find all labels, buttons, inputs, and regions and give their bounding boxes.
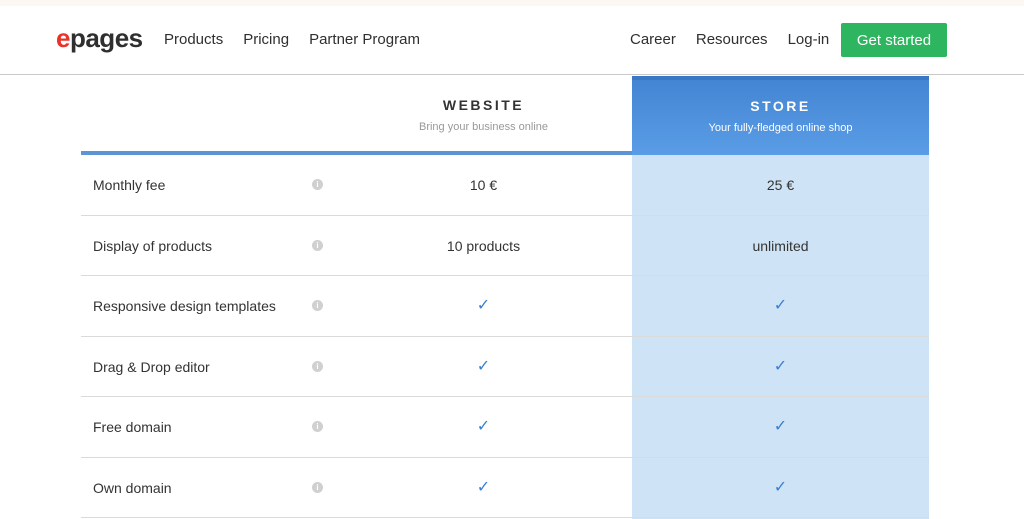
info-icon[interactable]: i [312, 360, 323, 372]
store-value: unlimited [752, 237, 809, 254]
nav-partner-program[interactable]: Partner Program [309, 31, 420, 49]
info-icon[interactable]: i [312, 481, 323, 493]
checkmark-icon: ✓ [476, 478, 491, 496]
site-header: epages Products Pricing Partner Program … [0, 6, 1024, 75]
primary-nav: Products Pricing Partner Program [164, 31, 440, 49]
info-icon[interactable]: i [312, 179, 323, 190]
table-row: Free domain i ✓ ✓ [81, 397, 929, 458]
info-icon[interactable]: i [312, 421, 323, 432]
checkmark-icon: ✓ [476, 418, 491, 435]
website-plan-subtitle: Bring your business online [418, 121, 549, 133]
checkmark-icon: ✓ [773, 357, 788, 375]
store-plan-title: STORE [750, 98, 811, 114]
checkmark-icon: ✓ [773, 478, 788, 496]
website-value: 10 products [446, 237, 521, 254]
info-icon[interactable]: i [312, 239, 323, 251]
store-plan-header: STORE Your fully-fledged online shop [632, 76, 929, 155]
table-row: Display of products i 10 products unlimi… [81, 216, 929, 276]
row-label: Free domain [93, 419, 172, 435]
row-label: Own domain [93, 479, 172, 496]
pricing-table: Monthly fee i 10 € 25 € Display of produ… [81, 155, 929, 518]
nav-login[interactable]: Log-in [788, 31, 830, 49]
checkmark-icon: ✓ [773, 418, 788, 435]
nav-resources[interactable]: Resources [696, 31, 768, 49]
checkmark-icon: ✓ [476, 357, 491, 375]
row-label: Responsive design templates [93, 298, 276, 314]
row-label: Drag & Drop editor [93, 358, 210, 375]
store-value: 25 € [766, 177, 795, 193]
table-row: Responsive design templates i ✓ ✓ [81, 276, 929, 337]
store-plan-subtitle: Your fully-fledged online shop [708, 122, 853, 134]
checkmark-icon: ✓ [773, 297, 788, 314]
info-icon[interactable]: i [312, 300, 323, 311]
website-value: 10 € [469, 177, 498, 193]
secondary-nav: Career Resources Log-in [630, 31, 849, 49]
table-row: Own domain i ✓ ✓ [81, 458, 929, 518]
website-plan-title: WEBSITE [442, 97, 525, 113]
get-started-button[interactable]: Get started [841, 23, 947, 57]
nav-products[interactable]: Products [164, 31, 223, 49]
nav-pricing[interactable]: Pricing [243, 31, 289, 49]
row-label: Monthly fee [93, 177, 166, 193]
website-plan-header: WEBSITE Bring your business online [335, 76, 632, 155]
table-row: Monthly fee i 10 € 25 € [81, 155, 929, 216]
nav-career[interactable]: Career [630, 31, 676, 49]
logo-e: e [56, 23, 70, 53]
epages-logo[interactable]: epages [56, 23, 143, 53]
checkmark-icon: ✓ [476, 297, 491, 314]
table-row: Drag & Drop editor i ✓ ✓ [81, 337, 929, 397]
row-label: Display of products [93, 237, 213, 254]
logo-rest: pages [69, 23, 143, 53]
